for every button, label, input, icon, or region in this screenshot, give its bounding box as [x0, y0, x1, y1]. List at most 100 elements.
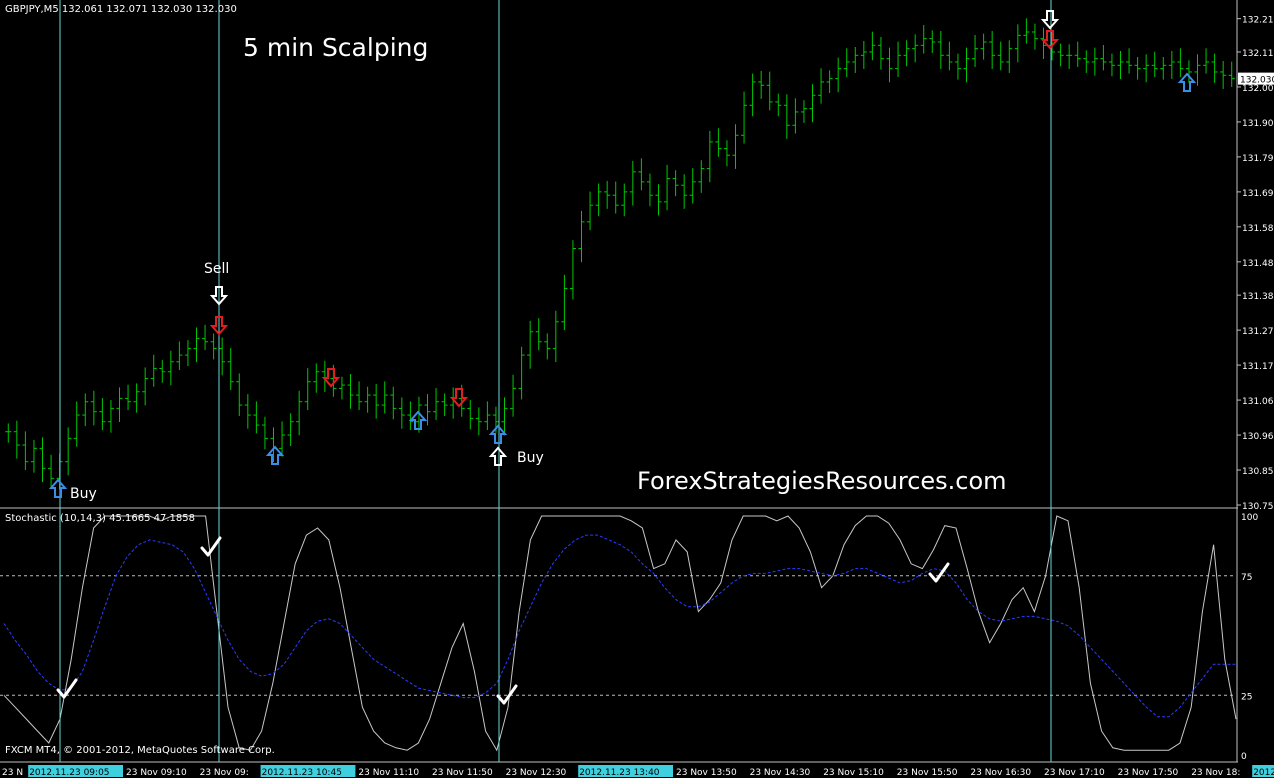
ohlc-bar [826, 70, 833, 93]
chart-canvas: 132.210132.110132.005131.900131.795131.6… [0, 0, 1274, 778]
ohlc-bar [749, 73, 756, 117]
ohlc-bar [467, 400, 474, 430]
ohlc-bar [860, 40, 867, 69]
ohlc-bar [253, 401, 260, 434]
ohlc-bar [1220, 60, 1227, 89]
ohlc-bar [73, 401, 80, 447]
ohlc-bar [612, 181, 619, 214]
ohlc-bar [664, 164, 671, 211]
ohlc-bar [133, 383, 140, 413]
time-tick-label: 23 Nov 17:10 [1044, 768, 1105, 778]
ohlc-bar [1143, 54, 1150, 83]
ohlc-bar [321, 360, 328, 393]
ohlc-bar [1203, 48, 1210, 74]
ohlc-bar [1066, 44, 1073, 69]
checkmark-icon [928, 562, 950, 583]
chart-title: 5 min Scalping [243, 33, 429, 62]
ohlc-bar [689, 168, 696, 204]
ohlc-bar [116, 387, 123, 423]
ohlc-bar [886, 47, 893, 83]
ohlc-bar [783, 94, 790, 139]
time-tick-label: 2012.11.23 13:40 [579, 768, 660, 778]
ohlc-bar [527, 320, 534, 369]
ohlc-bar [1168, 50, 1175, 79]
price-tick-label: 131.380 [1242, 292, 1274, 302]
ohlc-bar [39, 437, 46, 483]
ohlc-bar [638, 158, 645, 191]
ohlc-bar [1031, 23, 1038, 50]
time-tick-label: 23 Nov 11:50 [432, 768, 493, 778]
ohlc-bar [920, 24, 927, 54]
ohlc-bar [989, 30, 996, 69]
ohlc-bar [758, 70, 765, 99]
ohlc-bar [698, 160, 705, 193]
ohlc-bar [390, 386, 397, 420]
sell-arrow [449, 388, 469, 408]
ohlc-bar [629, 160, 636, 206]
ohlc-bar [193, 327, 200, 363]
sell-label: Sell [204, 261, 230, 277]
stoch-tick-label: 25 [1241, 692, 1252, 702]
ohlc-bar [1151, 51, 1158, 77]
time-tick-label: 23 Nov 16:30 [970, 768, 1031, 778]
ohlc-bar [587, 191, 594, 231]
ohlc-bar [287, 413, 294, 447]
ohlc-bar [236, 373, 243, 417]
ohlc-bar [903, 40, 910, 67]
price-tick-label: 131.275 [1242, 327, 1274, 337]
time-tick-label: 23 N [2, 768, 23, 778]
time-tick-label: 23 Nov 14:30 [750, 768, 811, 778]
ohlc-bar [672, 170, 679, 197]
copyright: FXCM MT4, © 2001-2012, MetaQuotes Softwa… [5, 745, 275, 756]
ohlc-bar [715, 128, 722, 157]
buy-arrow [408, 410, 428, 430]
ohlc-bar [544, 333, 551, 360]
ohlc-bar [835, 57, 842, 93]
ohlc-bar [578, 210, 585, 263]
sell-arrow [321, 368, 341, 388]
ohlc-bar [706, 130, 713, 183]
ohlc-bar [1014, 24, 1021, 63]
buy-label-2: Buy [517, 450, 544, 466]
ohlc-bar [99, 398, 106, 431]
ohlc-bar [48, 454, 55, 487]
ohlc-bar [569, 240, 576, 300]
time-tick-label: 23 Nov 15:50 [897, 768, 958, 778]
time-tick-label: 23 Nov 09: [200, 768, 249, 778]
ohlc-bar [433, 388, 440, 421]
ohlc-bar [167, 350, 174, 386]
ohlc-bar [347, 374, 354, 409]
price-tick-label: 131.585 [1242, 224, 1274, 234]
ohlc-bar [184, 340, 191, 367]
ohlc-bar [946, 41, 953, 71]
time-tick-label: 23 Nov 17:50 [1118, 768, 1179, 778]
current-price-label: 132.030 [1240, 76, 1274, 86]
buy-arrow [48, 478, 68, 498]
ohlc-bar [741, 91, 748, 144]
ohlc-bar [843, 48, 850, 77]
ohlc-bar [1126, 48, 1133, 74]
time-tick-label: 23 Nov 11:10 [358, 768, 419, 778]
ohlc-bar [997, 41, 1004, 71]
price-panel [5, 18, 1235, 490]
price-tick-label: 131.900 [1242, 119, 1274, 129]
price-tick-label: 131.065 [1242, 397, 1274, 407]
time-tick-label: 2012.11.23 19:25 [1253, 768, 1274, 778]
ohlc-bar [159, 360, 166, 383]
ohlc-bar [484, 401, 491, 431]
ohlc-bar [646, 173, 653, 207]
time-tick-label: 2012.11.23 10:45 [262, 768, 342, 778]
ohlc-bar [1211, 53, 1218, 83]
ohlc-bar [5, 423, 12, 443]
ohlc-bar [1228, 61, 1235, 87]
price-tick-label: 131.170 [1242, 362, 1274, 372]
ohlc-bar [800, 100, 807, 123]
ohlc-bar [1074, 41, 1081, 67]
ohlc-bar [1134, 56, 1141, 80]
ohlc-bar [980, 33, 987, 60]
ohlc-bar [1083, 50, 1090, 73]
ohlc-bar [13, 420, 20, 459]
price-tick-label: 132.110 [1242, 49, 1274, 59]
ohlc-bar [510, 374, 517, 417]
ohlc-bar [1057, 43, 1064, 67]
